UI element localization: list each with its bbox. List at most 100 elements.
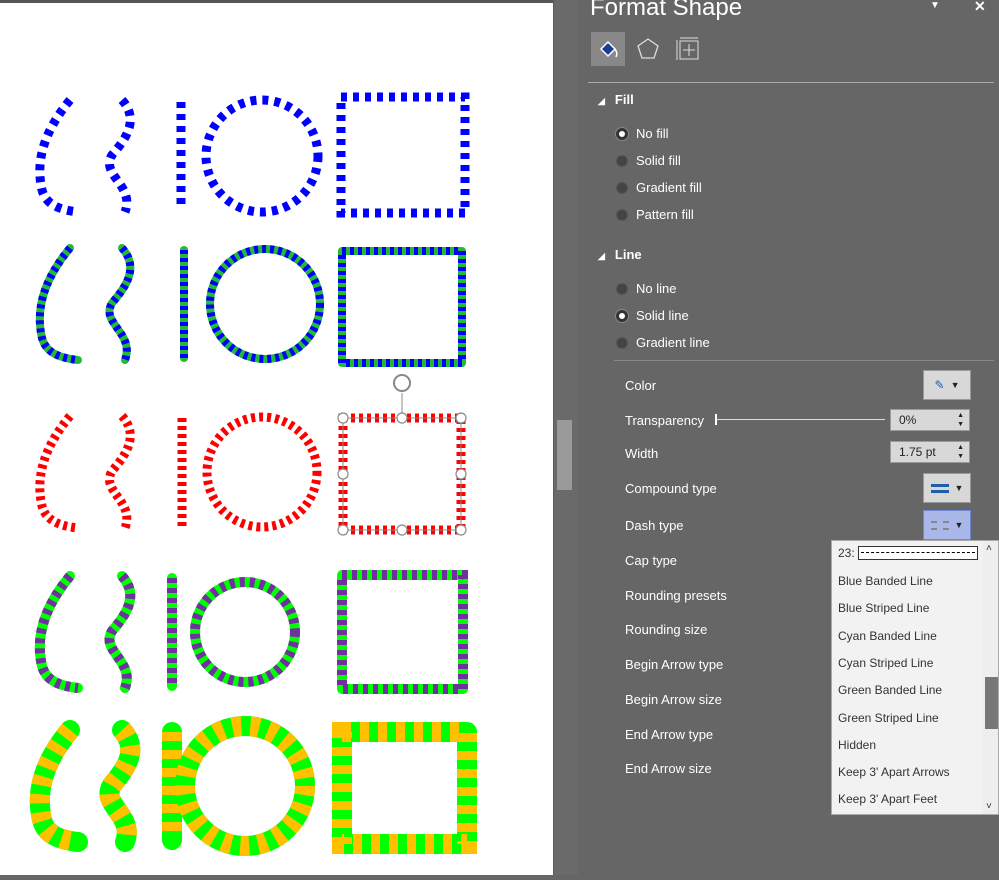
radio-button[interactable] (616, 282, 628, 295)
radio-button[interactable] (616, 181, 628, 194)
fill-header-label: Fill (614, 92, 634, 107)
square-shape-dashes[interactable] (336, 92, 470, 218)
square-shape-dashes[interactable] (338, 247, 466, 367)
radio-label: No fill (636, 126, 669, 141)
color-label: Color (625, 378, 657, 393)
circle-shape-dashes[interactable] (202, 412, 322, 532)
spinner-icon[interactable]: ▲ ▼ (957, 411, 964, 429)
resize-handle[interactable] (337, 524, 349, 536)
scroll-down-icon[interactable]: ˅ (986, 801, 992, 812)
transparency-input[interactable]: 0% ▲ ▼ (890, 409, 970, 431)
divider (614, 360, 994, 361)
square-shape-base[interactable] (338, 247, 466, 367)
rotate-handle-icon[interactable] (393, 374, 411, 392)
size-position-icon (676, 37, 699, 60)
dash-option[interactable]: Keep 3' Apart Arrows (838, 765, 950, 779)
circle-shape-dashes[interactable] (201, 95, 323, 217)
compound-lines-icon (930, 483, 949, 493)
fill-section-header[interactable]: ◢ Fill (598, 92, 634, 107)
curve-shape-dashes[interactable] (35, 413, 79, 533)
resize-handle[interactable] (337, 412, 349, 424)
scroll-up-icon[interactable]: ˄ (986, 543, 992, 554)
dash-type-button[interactable]: ▼ (923, 510, 971, 540)
radio-pattern-fill[interactable]: Pattern fill (616, 207, 694, 222)
transparency-label: Transparency (625, 413, 704, 428)
scrollbar-thumb[interactable] (557, 420, 572, 490)
size-properties-tab[interactable] (671, 32, 705, 66)
radio-button[interactable] (616, 336, 628, 349)
resize-handle[interactable] (455, 524, 467, 536)
dash-preview (857, 546, 978, 560)
transparency-slider[interactable] (715, 414, 885, 425)
radio-gradient-fill[interactable]: Gradient fill (616, 180, 702, 195)
s-curve-shape-dashes[interactable] (105, 96, 135, 214)
dash-option[interactable]: Hidden (838, 738, 876, 752)
dash-type-label: Dash type (625, 518, 684, 533)
radio-button[interactable] (616, 154, 628, 167)
resize-handle[interactable] (455, 412, 467, 424)
radio-gradient-line[interactable]: Gradient line (616, 335, 710, 350)
dropdown-scroll-thumb[interactable] (985, 677, 998, 729)
dash-option[interactable]: Keep 3' Apart Feet (838, 792, 937, 806)
fill-line-tab[interactable] (591, 32, 625, 66)
resize-handle[interactable] (396, 412, 408, 424)
shapes-drawing[interactable] (0, 3, 553, 875)
pentagon-icon (637, 38, 659, 59)
dash-option[interactable]: Cyan Striped Line (838, 656, 933, 670)
dash-option[interactable]: Blue Banded Line (838, 574, 933, 588)
color-button[interactable]: ✎ ▼ (923, 370, 971, 400)
curve-shape-dashes[interactable] (34, 572, 79, 693)
current-dash-label: 23: (838, 546, 855, 560)
end-arrow-size-label: End Arrow size (625, 761, 712, 776)
dash-option[interactable]: Green Banded Line (838, 683, 942, 697)
width-input[interactable]: 1.75 pt ▲ ▼ (890, 441, 970, 463)
s-curve-shape-dashes[interactable] (105, 412, 135, 530)
radio-solid-fill[interactable]: Solid fill (616, 153, 681, 168)
square-shape-base[interactable] (337, 570, 468, 694)
square-shape-dashes[interactable] (337, 570, 468, 694)
radio-label: Gradient line (636, 335, 710, 350)
spinner-icon[interactable]: ▲ ▼ (957, 443, 964, 461)
radio-button[interactable] (616, 309, 628, 322)
radio-no-fill[interactable]: No fill (616, 126, 669, 141)
slider-handle[interactable] (715, 414, 717, 425)
pane-options-icon[interactable]: ▼ (930, 0, 940, 11)
radio-label: Solid line (636, 308, 689, 323)
compound-type-button[interactable]: ▼ (923, 473, 971, 503)
radio-solid-line[interactable]: Solid line (616, 308, 689, 323)
dropdown-scrollbar[interactable]: ˄ ˅ (983, 541, 998, 814)
line-header-label: Line (614, 247, 642, 262)
dash-option[interactable]: Cyan Banded Line (838, 629, 937, 643)
square-shape-dashes[interactable] (338, 413, 466, 535)
line-section-header[interactable]: ◢ Line (598, 247, 642, 262)
selection-box[interactable] (342, 417, 462, 531)
resize-handle[interactable] (337, 468, 349, 480)
curve-shape-dashes[interactable] (35, 97, 79, 217)
radio-label: Solid fill (636, 153, 681, 168)
radio-button[interactable] (616, 127, 628, 140)
begin-arrow-size-label: Begin Arrow size (625, 692, 722, 707)
radio-no-line[interactable]: No line (616, 281, 676, 296)
rounding-presets-label: Rounding presets (625, 588, 727, 603)
transparency-value: 0% (899, 413, 917, 427)
dash-option[interactable]: Blue Striped Line (838, 601, 929, 615)
radio-label: Pattern fill (636, 207, 694, 222)
cap-type-label: Cap type (625, 553, 678, 568)
chevron-down-icon: ▼ (954, 483, 964, 493)
current-dash-item[interactable]: 23: (838, 546, 978, 560)
chevron-down-icon: ▼ (954, 520, 964, 530)
slide-canvas[interactable] (0, 0, 553, 875)
dash-option[interactable]: Green Striped Line (838, 711, 939, 725)
dash-type-dropdown[interactable]: 23: Blue Banded Line Blue Striped Line Cya… (831, 540, 999, 815)
canvas-scrollbar[interactable] (553, 0, 578, 875)
resize-handle[interactable] (455, 468, 467, 480)
close-icon[interactable]: ✕ (974, 0, 986, 15)
effects-tab[interactable] (631, 32, 665, 66)
square-shape-base[interactable] (332, 722, 477, 854)
radio-label: No line (636, 281, 677, 296)
square-shape-dashes[interactable] (332, 722, 477, 854)
dash-lines-icon (930, 520, 949, 530)
end-arrow-type-label: End Arrow type (625, 727, 714, 742)
radio-button[interactable] (616, 208, 628, 221)
resize-handle[interactable] (396, 524, 408, 536)
